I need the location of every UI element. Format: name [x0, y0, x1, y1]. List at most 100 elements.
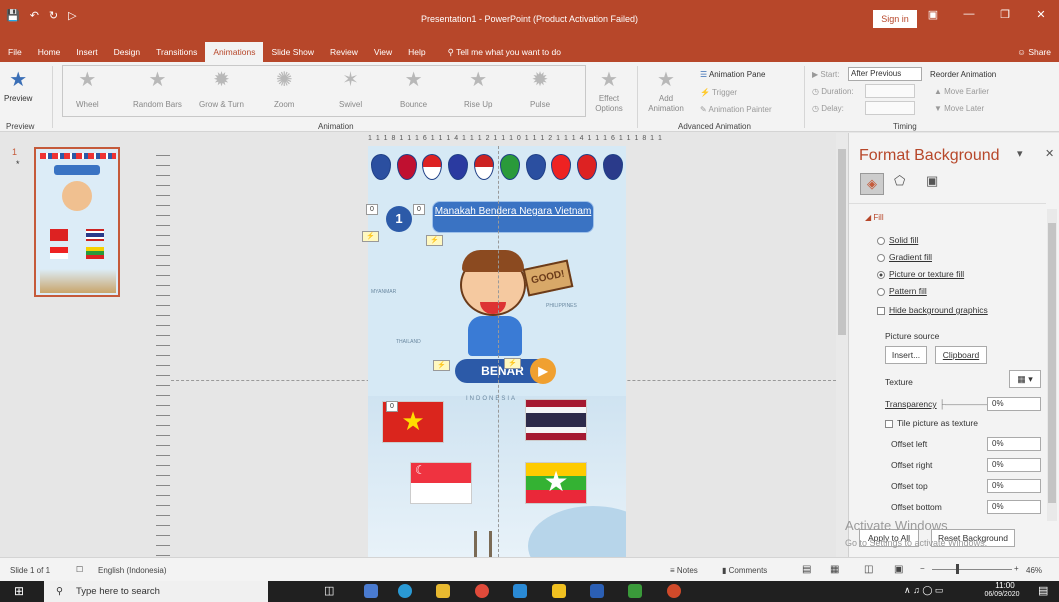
- photos-icon[interactable]: [628, 584, 642, 598]
- hide-background-checkbox[interactable]: Hide background graphics: [877, 305, 988, 315]
- fill-icon[interactable]: ◈: [860, 173, 884, 195]
- delay-input[interactable]: [865, 101, 915, 115]
- normal-view-icon[interactable]: ▤: [802, 564, 811, 575]
- close-icon[interactable]: ✕: [1023, 8, 1059, 21]
- flag-myanmar[interactable]: ★: [525, 462, 587, 504]
- offset-right-input[interactable]: 0%: [987, 458, 1041, 472]
- animation-painter-button[interactable]: ✎ Animation Painter: [700, 105, 772, 114]
- language-indicator[interactable]: English (Indonesia): [98, 566, 166, 575]
- notifications-icon[interactable]: ▤: [1038, 584, 1048, 597]
- add-animation-button[interactable]: ★ Add Animation: [644, 68, 688, 114]
- question-title[interactable]: Manakah Bendera Negara Vietnam: [432, 201, 594, 233]
- preview-button[interactable]: ★ Preview: [4, 68, 32, 103]
- tab-help[interactable]: Help: [400, 42, 433, 62]
- transparency-input[interactable]: 0%: [987, 397, 1041, 411]
- close-pane-icon[interactable]: ✕: [1045, 147, 1054, 160]
- slide-thumbnail[interactable]: [34, 147, 120, 297]
- animation-grow-turn[interactable]: ✹ Grow & Turn: [199, 68, 244, 109]
- maximize-icon[interactable]: ❐: [987, 8, 1023, 21]
- animation-wheel[interactable]: ★ Wheel: [76, 68, 99, 109]
- spellcheck-icon[interactable]: ☐: [76, 565, 83, 574]
- zoom-out-icon[interactable]: −: [920, 564, 925, 573]
- move-later-button[interactable]: ▼ Move Later: [934, 104, 984, 113]
- zoom-in-icon[interactable]: +: [1014, 564, 1019, 573]
- tab-design[interactable]: Design: [106, 42, 148, 62]
- file-explorer-icon[interactable]: [436, 584, 450, 598]
- clock-time[interactable]: 11:00: [986, 581, 1024, 590]
- animation-bounce[interactable]: ★ Bounce: [400, 68, 427, 109]
- flag-thailand[interactable]: [525, 399, 587, 441]
- tab-transitions[interactable]: Transitions: [148, 42, 205, 62]
- clipboard-button[interactable]: Clipboard: [935, 346, 987, 364]
- powerpoint-icon[interactable]: [667, 584, 681, 598]
- tab-review[interactable]: Review: [322, 42, 366, 62]
- trigger-icon[interactable]: ⚡: [433, 360, 450, 371]
- tab-view[interactable]: View: [366, 42, 400, 62]
- animation-zoom[interactable]: ✺ Zoom: [274, 68, 294, 109]
- share-button[interactable]: ☺ Share: [1017, 47, 1059, 57]
- animation-random-bars[interactable]: ★ Random Bars: [133, 68, 182, 109]
- picture-fill-option[interactable]: Picture or texture fill: [877, 269, 964, 279]
- mail-icon[interactable]: [513, 584, 527, 598]
- taskbar-search[interactable]: ⚲ Type here to search: [44, 581, 268, 602]
- word-icon[interactable]: [590, 584, 604, 598]
- picture-icon[interactable]: ▣: [926, 173, 938, 189]
- edge-icon[interactable]: [398, 584, 412, 598]
- animation-pulse[interactable]: ✹ Pulse: [530, 68, 550, 109]
- animation-rise-up[interactable]: ★ Rise Up: [464, 68, 492, 109]
- animation-tag[interactable]: 0: [366, 204, 378, 215]
- duration-input[interactable]: [865, 84, 915, 98]
- gradient-fill-option[interactable]: Gradient fill: [877, 252, 932, 262]
- animation-tag[interactable]: 0: [386, 401, 398, 412]
- animation-pane-button[interactable]: ☰ Animation Pane: [700, 70, 765, 79]
- system-tray-icons[interactable]: ∧ ♫ ◯ ▭: [904, 585, 943, 596]
- slideshow-icon[interactable]: ▣: [894, 564, 903, 575]
- flag-singapore[interactable]: ☾: [410, 462, 472, 504]
- notes-button[interactable]: ≡ Notes: [670, 566, 698, 575]
- texture-picker[interactable]: ▦ ▾: [1009, 370, 1041, 388]
- zoom-slider-thumb[interactable]: [956, 564, 959, 574]
- windows-start-icon[interactable]: ⊞: [14, 584, 24, 598]
- trigger-icon[interactable]: ⚡: [504, 358, 521, 369]
- effect-options-button[interactable]: ★ Effect Options: [592, 68, 626, 114]
- slide[interactable]: 1 Manakah Bendera Negara Vietnam MYANMAR…: [368, 146, 626, 557]
- ribbon-display-icon[interactable]: ▣: [915, 8, 951, 21]
- tab-file[interactable]: File: [0, 42, 30, 62]
- pattern-fill-option[interactable]: Pattern fill: [877, 286, 927, 296]
- zoom-slider[interactable]: [932, 569, 1012, 570]
- start-dropdown[interactable]: After Previous: [848, 67, 922, 81]
- tab-home[interactable]: Home: [30, 42, 69, 62]
- minimize-icon[interactable]: —: [951, 8, 987, 21]
- scrollbar-thumb[interactable]: [838, 149, 846, 335]
- chrome-icon[interactable]: [475, 584, 489, 598]
- animation-tag[interactable]: 0: [413, 204, 425, 215]
- task-view-icon[interactable]: ◫: [324, 584, 334, 597]
- pane-scrollbar[interactable]: [1047, 209, 1057, 521]
- canvas-scrollbar[interactable]: [836, 133, 848, 557]
- benar-button[interactable]: BENAR ▶: [455, 358, 556, 384]
- trigger-icon[interactable]: ⚡: [426, 235, 443, 246]
- fill-section-header[interactable]: ◢ Fill: [865, 213, 884, 222]
- tab-insert[interactable]: Insert: [68, 42, 105, 62]
- move-earlier-button[interactable]: ▲ Move Earlier: [934, 87, 989, 96]
- sign-in-button[interactable]: Sign in: [873, 10, 917, 28]
- offset-left-input[interactable]: 0%: [987, 437, 1041, 451]
- pane-scrollbar-thumb[interactable]: [1048, 223, 1056, 503]
- offset-bottom-input[interactable]: 0%: [987, 500, 1041, 514]
- comments-button[interactable]: ▮ Comments: [722, 566, 767, 575]
- store-icon[interactable]: [364, 584, 378, 598]
- trigger-icon[interactable]: ⚡: [362, 231, 379, 242]
- tab-animations[interactable]: Animations: [205, 42, 264, 62]
- tell-me-search[interactable]: ⚲ Tell me what you want to do: [448, 47, 561, 58]
- tile-checkbox[interactable]: Tile picture as texture: [885, 418, 978, 428]
- solid-fill-option[interactable]: Solid fill: [877, 235, 918, 245]
- sticky-notes-icon[interactable]: [552, 584, 566, 598]
- zoom-level[interactable]: 46%: [1026, 566, 1042, 575]
- trigger-button[interactable]: ⚡ Trigger: [700, 88, 737, 97]
- reading-view-icon[interactable]: ◫: [864, 564, 873, 575]
- insert-button[interactable]: Insert...: [885, 346, 927, 364]
- effects-icon[interactable]: ⬠: [894, 173, 905, 189]
- clock-date[interactable]: 06/09/2020: [974, 591, 1030, 598]
- animation-swivel[interactable]: ✶ Swivel: [339, 68, 362, 109]
- offset-top-input[interactable]: 0%: [987, 479, 1041, 493]
